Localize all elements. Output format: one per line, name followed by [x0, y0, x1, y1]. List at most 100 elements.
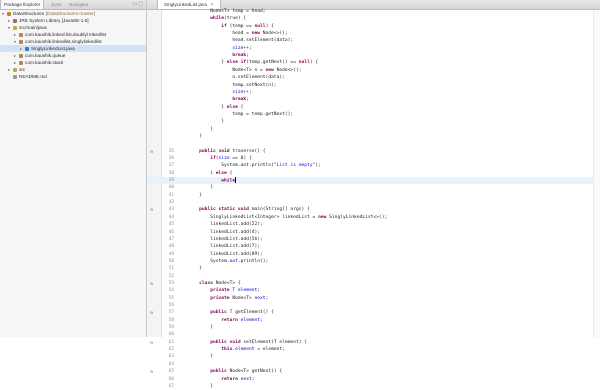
explorer-tab-2[interactable]: Navigator: [66, 0, 92, 9]
code-token: }: [177, 354, 213, 360]
code-line[interactable]: head.setElement(data);: [147, 37, 600, 44]
tree-item[interactable]: ▾ com.kaushik.linkedlist.singlylinkedlist: [0, 38, 146, 45]
code-line[interactable]: 50 System.out.println();: [147, 258, 600, 265]
code-line[interactable]: }: [147, 126, 600, 133]
code-line[interactable]: 36 if(size == 0) {: [147, 155, 600, 162]
code-line[interactable]: 58 return element;: [147, 317, 600, 324]
code-line[interactable]: 52: [147, 273, 600, 280]
tree-item[interactable]: ▸ src: [0, 66, 146, 73]
code-line[interactable]: 64: [147, 361, 600, 368]
code-line[interactable]: 38 } else {: [147, 170, 600, 177]
code-token: }: [177, 383, 213, 389]
expand-right-icon[interactable]: ▸: [14, 52, 16, 59]
code-line[interactable]: 41 }: [147, 192, 600, 199]
tree-item[interactable]: README.md: [0, 73, 146, 80]
tree-item[interactable]: ▸ com.kaushik.linked.list.doublyl Inkedli…: [0, 31, 146, 38]
line-number: 46: [168, 229, 174, 235]
close-icon[interactable]: ✕: [210, 2, 214, 7]
code-line[interactable]: while(true) {: [147, 15, 600, 22]
expand-down-icon[interactable]: ▾: [2, 10, 4, 17]
code-text: linkedList.add(4);: [177, 229, 260, 236]
code-line[interactable]: head = new Node<>();: [147, 30, 600, 37]
code-line[interactable]: ⊖ 65 public Node<T> getNext() {: [147, 368, 600, 375]
code-line[interactable]: } else if(temp.getNext() == null) {: [147, 59, 600, 66]
code-editor[interactable]: Node<T> temp = head; while(true) { if (t…: [147, 8, 600, 389]
code-line[interactable]: temp.setNext(n);: [147, 82, 600, 89]
code-token: SinglyLinkedList<Integer> linkedList =: [177, 214, 319, 220]
tree-item[interactable]: ▸ JRE System Library [JavaSE-1.6]: [0, 17, 146, 24]
code-line[interactable]: [147, 140, 600, 147]
tree-item[interactable]: ▸ SinglyLinkedList.java: [0, 45, 146, 52]
code-line[interactable]: temp = temp.getNext();: [147, 111, 600, 118]
expand-right-icon[interactable]: ▸: [8, 66, 10, 73]
code-line[interactable]: size++;: [147, 89, 600, 96]
code-line[interactable]: 67 }: [147, 383, 600, 390]
code-line[interactable]: }: [147, 118, 600, 125]
code-line[interactable]: n.setElement(data);: [147, 74, 600, 81]
explorer-tab-0[interactable]: Package Explorer: [0, 0, 45, 9]
code-line[interactable]: 55 private Node<T> next;: [147, 295, 600, 302]
code-line[interactable]: 51 }: [147, 265, 600, 272]
expand-down-icon[interactable]: ▾: [14, 38, 16, 45]
tree-item-label: src: [19, 66, 25, 73]
code-line[interactable]: 47 linkedList.add(56);: [147, 236, 600, 243]
code-line[interactable]: }: [147, 133, 600, 140]
line-number: 49: [168, 251, 174, 257]
code-token: .println(: [248, 163, 274, 169]
code-line[interactable]: ⊖ 53 class Node<T> {: [147, 280, 600, 287]
code-line[interactable]: 63 }: [147, 353, 600, 360]
code-token: }: [177, 325, 213, 331]
code-line[interactable]: 40 }: [147, 184, 600, 191]
code-line[interactable]: ⊖ 57 public T getElement() {: [147, 309, 600, 316]
code-line[interactable]: 45 linkedList.add(22);: [147, 221, 600, 228]
minimize-icon[interactable]: ▭▢: [133, 1, 144, 7]
code-token: ++;: [243, 89, 252, 95]
tree-item[interactable]: ▸ com.kaushik.stack: [0, 59, 146, 66]
code-line[interactable]: 60: [147, 331, 600, 338]
code-line[interactable]: 48 linkedList.add(7);: [147, 243, 600, 250]
tree-item[interactable]: ▾ src/main/java: [0, 24, 146, 31]
line-number: 41: [168, 192, 174, 198]
code-token: Node<T> getNext() {: [226, 369, 283, 375]
code-line[interactable]: size++;: [147, 45, 600, 52]
expand-down-icon[interactable]: ▾: [8, 24, 10, 31]
code-token: (true) {: [224, 16, 247, 22]
code-line[interactable]: break;: [147, 52, 600, 59]
code-line[interactable]: ⊖ 61 public void setElement(T element) {: [147, 339, 600, 346]
code-token: linkedList.add(22);: [177, 222, 263, 228]
code-text: size++;: [177, 45, 251, 52]
line-number: 40: [168, 185, 174, 191]
code-line[interactable]: 56: [147, 302, 600, 309]
code-line[interactable]: if (temp == null) {: [147, 23, 600, 30]
expand-right-icon[interactable]: ▸: [14, 31, 16, 38]
code-line[interactable]: ⊖ 35 public void traverse() {: [147, 148, 600, 155]
code-line[interactable]: Node<T> n = new Node<>();: [147, 67, 600, 74]
code-line[interactable]: 62 this.element = element;: [147, 346, 600, 353]
code-line[interactable]: 46 linkedList.add(4);: [147, 229, 600, 236]
code-line[interactable]: break;: [147, 96, 600, 103]
tree-item-label: DataStructures [DataStructures master]: [13, 10, 95, 17]
tree-item[interactable]: ▾ DataStructures [DataStructures master]: [0, 10, 146, 17]
explorer-tab-1[interactable]: JUnit: [48, 0, 64, 9]
code-line[interactable]: 59 }: [147, 324, 600, 331]
code-line[interactable]: Node<T> temp = head;: [147, 8, 600, 15]
code-token: Node<T> n =: [177, 67, 266, 73]
code-text: public void traverse() {: [177, 148, 265, 155]
code-token: main(String[] args) {: [248, 207, 310, 213]
expand-right-icon[interactable]: ▸: [8, 17, 10, 24]
code-line[interactable]: 39 while: [147, 177, 600, 185]
code-line[interactable]: } else {: [147, 104, 600, 111]
code-line[interactable]: 37 System.out.println("List is empty");: [147, 162, 600, 169]
code-line[interactable]: 49 linkedList.add(89);: [147, 251, 600, 258]
code-line[interactable]: ⊖ 43 public static void main(String[] arg…: [147, 206, 600, 213]
code-line[interactable]: 54 private T element;: [147, 287, 600, 294]
expand-right-icon[interactable]: ▸: [20, 45, 22, 52]
code-line[interactable]: 66 return next;: [147, 376, 600, 383]
code-line[interactable]: 44 SinglyLinkedList<Integer> linkedList …: [147, 214, 600, 221]
expand-right-icon[interactable]: ▸: [14, 59, 16, 66]
code-line[interactable]: 42: [147, 199, 600, 206]
code-text: Node<T> n = new Node<>();: [177, 67, 301, 74]
code-token: System.: [177, 163, 241, 169]
tree-item[interactable]: ▸ com.kaushik.queue: [0, 52, 146, 59]
